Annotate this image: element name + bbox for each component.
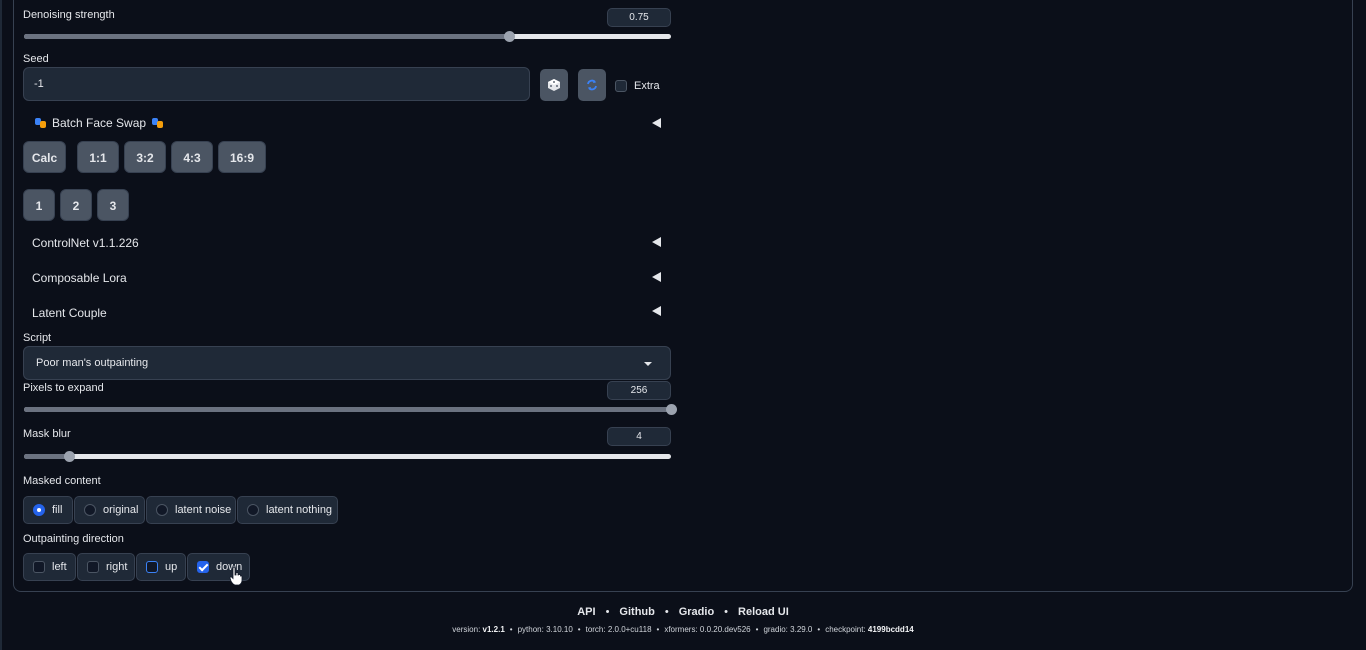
ratio-3-2-button[interactable]: 3:2 — [124, 141, 166, 173]
extra-label: Extra — [634, 80, 660, 92]
mask-blur-slider-fill — [24, 454, 70, 459]
pixels-label: Pixels to expand — [23, 382, 104, 394]
radio-latent-noise[interactable] — [156, 504, 168, 516]
latent-couple-collapse-icon[interactable] — [652, 306, 661, 316]
option-label: up — [165, 561, 178, 573]
accordion-controlnet[interactable]: ControlNet v1.1.226 — [32, 236, 139, 250]
python-value: 3.10.10 — [546, 625, 573, 634]
number-2-button[interactable]: 2 — [60, 189, 92, 221]
direction-option-left[interactable]: left — [23, 553, 76, 581]
calc-button[interactable]: Calc — [23, 141, 66, 173]
gradio-label: gradio: — [763, 625, 788, 634]
accordion-composable-lora[interactable]: Composable Lora — [32, 271, 127, 285]
option-label: latent noise — [175, 504, 232, 516]
option-label: original — [103, 504, 139, 516]
reuse-seed-button[interactable] — [578, 69, 606, 101]
recycle-icon — [587, 79, 597, 91]
seed-input[interactable]: -1 — [23, 67, 530, 101]
number-1-button[interactable]: 1 — [23, 189, 55, 221]
version-label: version: — [452, 625, 481, 634]
footer-link-github[interactable]: Github — [619, 606, 654, 618]
mask-blur-value-input[interactable]: 4 — [607, 427, 671, 446]
number-3-button[interactable]: 3 — [97, 189, 129, 221]
version-value: v1.2.1 — [482, 625, 505, 634]
batch-face-swap-collapse-icon[interactable] — [652, 118, 661, 128]
extra-checkbox[interactable] — [615, 80, 627, 92]
radio-fill[interactable] — [33, 504, 45, 516]
option-label: right — [106, 561, 128, 573]
footer-link-reload-ui[interactable]: Reload UI — [738, 606, 789, 618]
direction-option-up[interactable]: up — [136, 553, 186, 581]
xformers-label: xformers: — [664, 625, 698, 634]
outpainting-direction-label: Outpainting direction — [23, 533, 124, 545]
masked-content-label: Masked content — [23, 475, 101, 487]
python-label: python: — [517, 625, 544, 634]
checkbox-right[interactable] — [87, 561, 99, 573]
ratio-16-9-button[interactable]: 16:9 — [218, 141, 266, 173]
theater-masks-icon — [35, 117, 46, 128]
batch-face-swap-label: Batch Face Swap — [52, 116, 147, 130]
denoising-slider-fill — [24, 34, 510, 39]
pixels-value-input[interactable]: 256 — [607, 381, 671, 400]
checkbox-down[interactable] — [197, 561, 209, 573]
torch-value: 2.0.0+cu118 — [607, 625, 652, 634]
chevron-down-icon — [644, 362, 652, 366]
checkbox-left[interactable] — [33, 561, 45, 573]
composable-lora-collapse-icon[interactable] — [652, 272, 661, 282]
pixels-slider-thumb[interactable] — [666, 404, 677, 415]
masked-content-option-latent-nothing[interactable]: latent nothing — [237, 496, 338, 524]
script-label: Script — [23, 332, 52, 344]
left-border — [0, 0, 2, 650]
option-label: fill — [52, 504, 63, 516]
script-selected-value: Poor man's outpainting — [36, 357, 149, 369]
script-dropdown[interactable]: Poor man's outpainting — [23, 346, 671, 380]
extra-checkbox-group[interactable]: Extra — [615, 80, 660, 92]
pixels-slider-fill — [24, 407, 671, 412]
pixels-slider[interactable] — [24, 404, 677, 415]
masked-content-option-latent-noise[interactable]: latent noise — [146, 496, 236, 524]
mask-blur-slider[interactable] — [24, 451, 671, 462]
denoising-slider[interactable] — [24, 31, 671, 42]
xformers-value: 0.0.20.dev526 — [699, 625, 751, 634]
mask-blur-label: Mask blur — [23, 428, 71, 440]
footer-versions: version: v1.2.1 • python: 3.10.10 • torch: 2… — [452, 625, 914, 634]
gradio-value: 3.29.0 — [790, 625, 813, 634]
radio-latent-nothing[interactable] — [247, 504, 259, 516]
ratio-4-3-button[interactable]: 4:3 — [171, 141, 213, 173]
theater-masks-icon — [152, 117, 164, 128]
controlnet-collapse-icon[interactable] — [652, 237, 661, 247]
masked-content-option-original[interactable]: original — [74, 496, 145, 524]
direction-option-right[interactable]: right — [77, 553, 135, 581]
accordion-latent-couple[interactable]: Latent Couple — [32, 306, 107, 320]
denoising-label: Denoising strength — [23, 9, 115, 21]
checkpoint-label: checkpoint: — [825, 625, 866, 634]
hand-pointer-icon — [229, 566, 243, 586]
footer-link-api[interactable]: API — [577, 606, 595, 618]
radio-original[interactable] — [84, 504, 96, 516]
checkpoint-value: 4199bcdd14 — [867, 625, 914, 634]
dice-icon — [548, 79, 560, 91]
footer-link-gradio[interactable]: Gradio — [679, 606, 714, 618]
option-label: left — [52, 561, 67, 573]
masked-content-option-fill[interactable]: fill — [23, 496, 73, 524]
ratio-1-1-button[interactable]: 1:1 — [77, 141, 119, 173]
batch-face-swap-header[interactable]: Batch Face Swap — [34, 116, 164, 130]
seed-label: Seed — [23, 53, 49, 65]
footer-links: API • Github • Gradio • Reload UI — [577, 606, 789, 618]
option-label: latent nothing — [266, 504, 333, 516]
torch-label: torch: — [585, 625, 606, 634]
random-seed-button[interactable] — [540, 69, 568, 101]
checkbox-up[interactable] — [146, 561, 158, 573]
denoising-value-input[interactable]: 0.75 — [607, 8, 671, 27]
